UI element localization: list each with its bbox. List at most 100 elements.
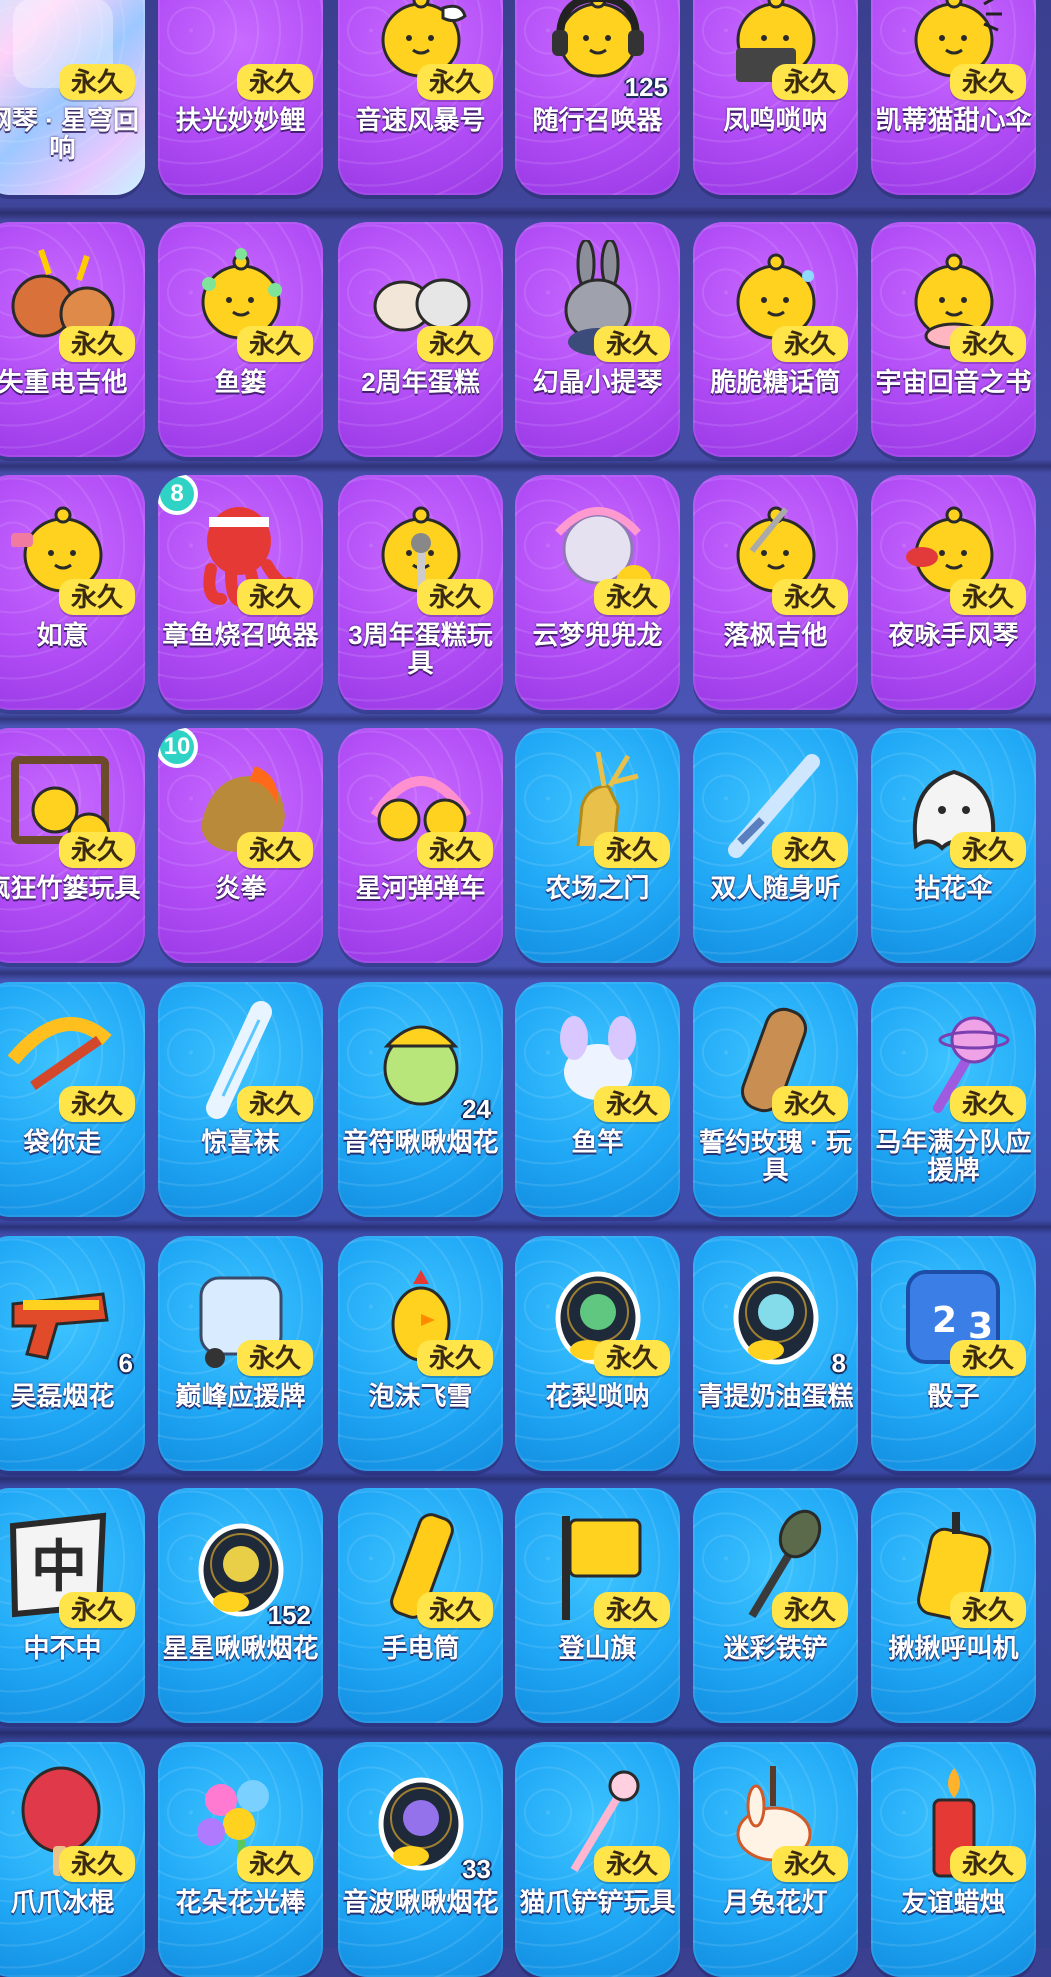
item-tile[interactable]: 8 青提奶油蛋糕 [693,1236,858,1471]
item-name: 夜咏手风琴 [888,620,1019,650]
permanent-badge: 永久 [593,326,670,362]
item-tile[interactable]: 2 3 永久 骰子 [871,1236,1036,1471]
item-tile[interactable]: 永久 音速风暴号 [338,0,503,195]
permanent-badge: 永久 [949,1592,1026,1628]
item-tile[interactable]: 永久袋你走 [0,982,145,1217]
item-name: 鱼竿 [571,1127,624,1157]
item-tile[interactable]: 永久 落枫吉他 [693,475,858,710]
item-name: 如意 [36,620,89,650]
item-name: 青提奶油蛋糕 [697,1381,854,1411]
item-count: 8 [831,1348,846,1378]
permanent-badge: 永久 [236,579,313,615]
item-tile[interactable]: 永久 凤鸣唢呐 [693,0,858,195]
permanent-badge: 永久 [58,1846,135,1882]
permanent-badge: 永久 [949,1340,1026,1376]
item-tile[interactable]: 永久花朵花光棒 [158,1742,323,1977]
permanent-badge: 永久 [416,1592,493,1628]
item-tile[interactable]: 永久 疯狂竹篓玩具 [0,728,145,963]
item-name: 音符啾啾烟花 [342,1127,499,1157]
item-tile[interactable]: 永久 友谊蜡烛 [871,1742,1036,1977]
item-name: 揪揪呼叫机 [888,1633,1019,1663]
item-name: 幻晶小提琴 [532,367,663,397]
item-tile[interactable]: 10 永久 炎拳 [158,728,323,963]
item-tile[interactable]: 永久 夜咏手风琴 [871,475,1036,710]
item-tile[interactable]: 永久 鱼篓 [158,222,323,457]
item-name: 云梦兜兜龙 [532,620,663,650]
permanent-badge: 永久 [416,579,493,615]
item-name: 凤鸣唢呐 [723,105,828,135]
item-tile[interactable]: 永久巅峰应援牌 [158,1236,323,1471]
item-tile[interactable]: 永久 星河弹弹车 [338,728,503,963]
item-tile[interactable]: 33 音波啾啾烟花 [338,1742,503,1977]
svg-text:中: 中 [31,1535,87,1600]
permanent-badge: 永久 [58,1592,135,1628]
item-name: 炎拳 [214,873,267,903]
permanent-badge: 永久 [416,326,493,362]
item-tile[interactable]: 永久 失重电吉他 [0,222,145,457]
permanent-badge: 永久 [949,1846,1026,1882]
permanent-badge: 永久 [58,579,135,615]
item-tile[interactable]: 125 随行召唤器 [515,0,680,195]
item-grid: 永久 钢琴 · 星穹回响 永久 扶光妙妙鲤 永久 音速风暴号 125 随行召唤器 永久 凤鸣… [0,0,1051,1977]
svg-text:2: 2 [932,1300,957,1341]
item-tile[interactable]: 永久如意 [0,475,145,710]
item-tile[interactable]: 152 星星啾啾烟花 [158,1488,323,1723]
item-name: 疯狂竹篓玩具 [0,873,141,903]
item-tile[interactable]: 中永久 中不中 [0,1488,145,1723]
item-tile[interactable]: 永久 双人随身听 [693,728,858,963]
item-tile[interactable]: 永久 登山旗 [515,1488,680,1723]
item-name: 巅峰应援牌 [175,1381,306,1411]
item-tile[interactable]: 永久 迷彩铁铲 [693,1488,858,1723]
permanent-badge: 永久 [949,1086,1026,1122]
item-name: 手电筒 [381,1633,460,1663]
row-divider [0,1220,1051,1234]
permanent-badge: 永久 [593,1592,670,1628]
item-tile[interactable]: 永久 3周年蛋糕玩具 [338,475,503,710]
item-tile[interactable]: 永久 农场之门 [515,728,680,963]
permanent-badge: 永久 [593,1846,670,1882]
item-tile[interactable]: 永久 2周年蛋糕 [338,222,503,457]
permanent-badge: 永久 [236,1340,313,1376]
permanent-badge: 永久 [593,1086,670,1122]
item-tile[interactable]: 永久鱼竿 [515,982,680,1217]
permanent-badge: 永久 [236,64,313,100]
permanent-badge: 永久 [416,832,493,868]
item-tile[interactable]: 永久 泡沫飞雪 [338,1236,503,1471]
item-name: 猫爪铲铲玩具 [519,1887,676,1917]
item-tile[interactable]: 永久幻晶小提琴 [515,222,680,457]
permanent-badge: 永久 [58,1086,135,1122]
item-tile[interactable]: 永久 扶光妙妙鲤 [158,0,323,195]
item-tile[interactable]: 永久 月兔花灯 [693,1742,858,1977]
item-name: 音速风暴号 [355,105,486,135]
item-name: 2周年蛋糕 [361,367,480,397]
permanent-badge: 永久 [949,832,1026,868]
item-name: 袋你走 [23,1127,102,1157]
item-name: 农场之门 [545,873,650,903]
item-tile[interactable]: 永久 惊喜袜 [158,982,323,1217]
item-tile[interactable]: 永久 马年满分队应援牌 [871,982,1036,1217]
item-name: 星星啾啾烟花 [162,1633,319,1663]
item-tile[interactable]: 永久 拈花伞 [871,728,1036,963]
item-tile[interactable]: 永久 云梦兜兜龙 [515,475,680,710]
permanent-badge: 永久 [949,64,1026,100]
item-name: 凯蒂猫甜心伞 [875,105,1032,135]
item-tile[interactable]: 永久 花梨唢呐 [515,1236,680,1471]
item-tile[interactable]: 永久揪揪呼叫机 [871,1488,1036,1723]
item-tile[interactable]: 8 永久 章鱼烧召唤器 [158,475,323,710]
item-tile[interactable]: 永久手电筒 [338,1488,503,1723]
item-name: 花朵花光棒 [175,1887,306,1917]
item-tile[interactable]: 永久 爪爪冰棍 [0,1742,145,1977]
item-tile[interactable]: 永久 誓约玫瑰 · 玩具 [693,982,858,1217]
item-tile[interactable]: 永久猫爪铲铲玩具 [515,1742,680,1977]
item-tile[interactable]: 永久 宇宙回音之书 [871,222,1036,457]
permanent-badge: 永久 [236,1846,313,1882]
item-tile[interactable]: 永久凯蒂猫甜心伞 [871,0,1036,195]
item-tile[interactable]: 24 音符啾啾烟花 [338,982,503,1217]
item-tile[interactable]: 6 吴磊烟花 [0,1236,145,1471]
permanent-badge: 永久 [58,326,135,362]
item-tile[interactable]: 永久 钢琴 · 星穹回响 [0,0,145,195]
item-tile[interactable]: 永久 脆脆糖话筒 [693,222,858,457]
item-name: 泡沫飞雪 [368,1381,473,1411]
item-name: 落枫吉他 [723,620,828,650]
item-count: 152 [267,1600,311,1630]
